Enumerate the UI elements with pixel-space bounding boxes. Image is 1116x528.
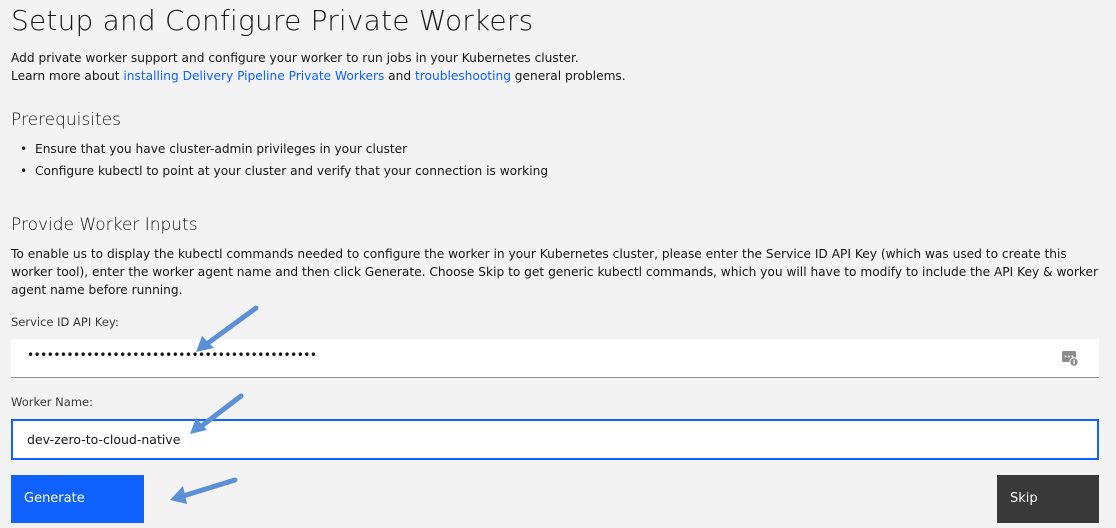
annotation-arrow-icon	[196, 305, 259, 352]
troubleshooting-link[interactable]: troubleshooting	[415, 69, 511, 83]
intro-suffix: general problems.	[510, 69, 626, 83]
api-key-label: Service ID API Key:	[11, 315, 119, 329]
intro-middle: and	[384, 69, 415, 83]
page-title: Setup and Configure Private Workers	[11, 4, 534, 37]
worker-name-field	[11, 419, 1099, 460]
api-key-input[interactable]: ••••••••••••••••••••••••••••••••••••••••…	[11, 339, 1099, 378]
prerequisite-text: Configure kubectl to point at your clust…	[35, 164, 549, 178]
annotation-arrow-icon	[170, 477, 238, 504]
worker-inputs-description: To enable us to display the kubectl comm…	[11, 247, 1099, 297]
password-manager-icon[interactable]	[1061, 349, 1079, 367]
installing-workers-link[interactable]: installing Delivery Pipeline Private Wor…	[123, 69, 384, 83]
intro-prefix: Learn more about	[11, 69, 124, 83]
bullet-icon: •	[20, 164, 28, 178]
prerequisite-text: Ensure that you have cluster-admin privi…	[35, 142, 408, 156]
intro-line-1: Add private worker support and configure…	[11, 51, 579, 65]
prerequisites-list: • Ensure that you have cluster-admin priv…	[20, 140, 548, 184]
api-key-masked-value: ••••••••••••••••••••••••••••••••••••••••…	[27, 348, 317, 362]
bullet-icon: •	[20, 142, 28, 156]
skip-button[interactable]: Skip	[997, 475, 1099, 523]
list-item: • Configure kubectl to point at your clus…	[20, 162, 548, 184]
generate-button[interactable]: Generate	[11, 475, 144, 523]
intro-text: Add private worker support and configure…	[11, 49, 626, 85]
worker-name-input[interactable]	[13, 421, 1097, 458]
worker-inputs-heading: Provide Worker Inputs	[11, 215, 198, 235]
annotation-arrow-icon	[190, 393, 244, 434]
prerequisites-heading: Prerequisites	[11, 110, 121, 130]
setup-private-workers-page: Setup and Configure Private Workers Add …	[0, 0, 1116, 528]
worker-name-label: Worker Name:	[11, 395, 93, 409]
intro-line-2: Learn more about installing Delivery Pip…	[11, 67, 626, 85]
list-item: • Ensure that you have cluster-admin priv…	[20, 140, 548, 162]
